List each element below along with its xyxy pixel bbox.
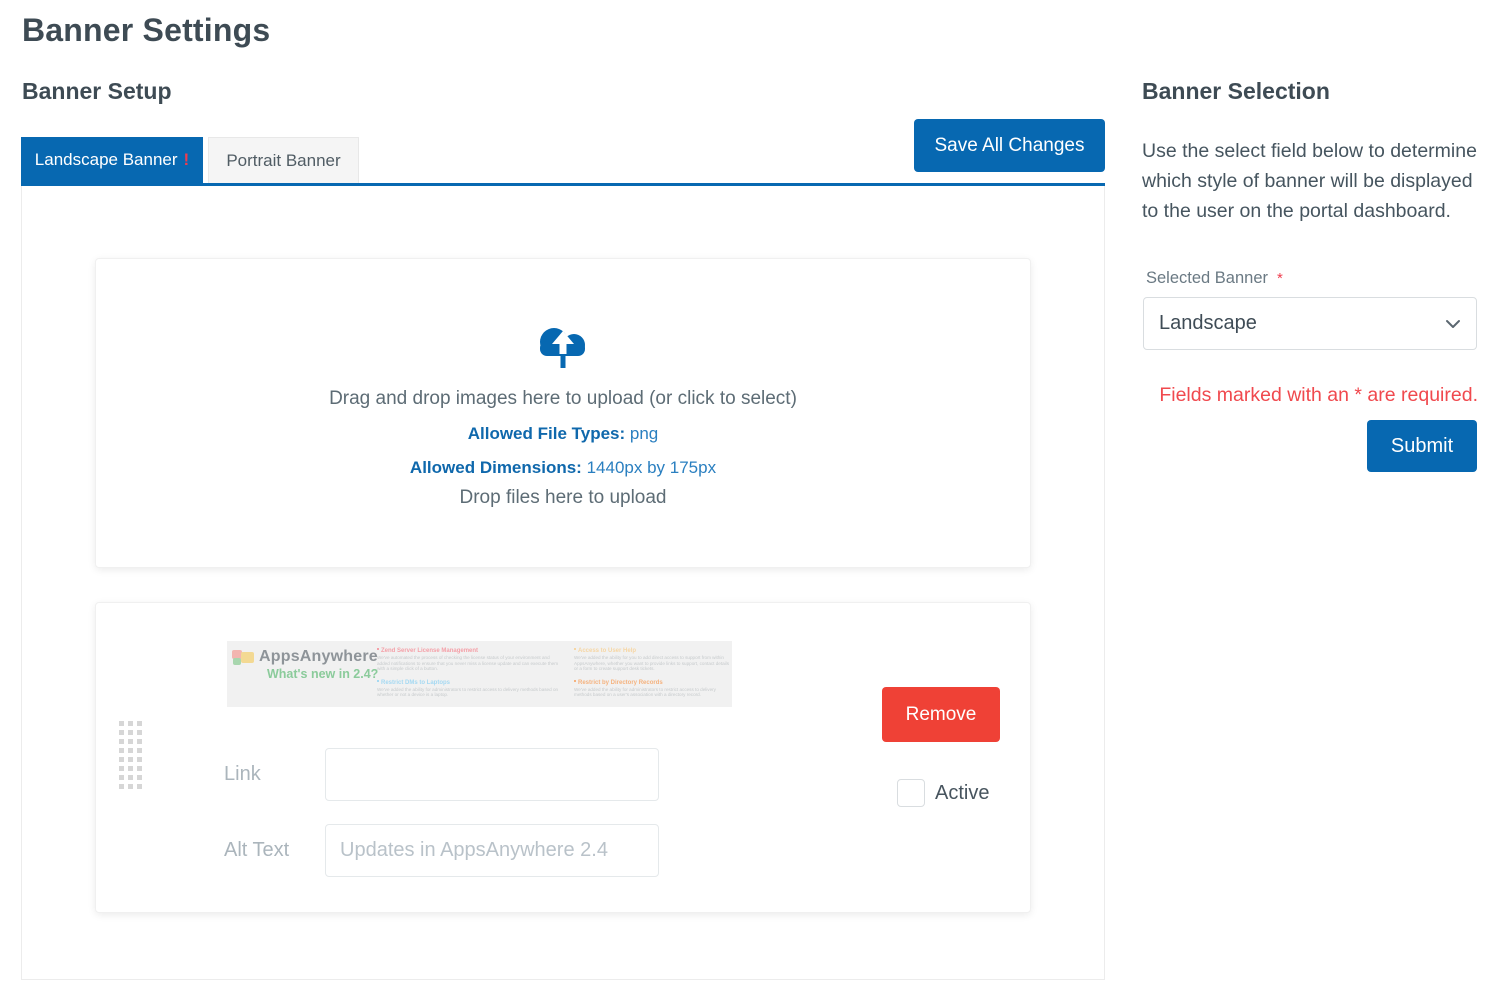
preview-subtitle: What's new in 2.4? — [267, 667, 378, 681]
tab-portrait-label: Portrait Banner — [226, 151, 340, 171]
upload-instruction: Drag and drop images here to upload (or … — [96, 388, 1030, 410]
allowed-file-types-value: png — [630, 424, 658, 443]
preview-column-left: Zend Server License Management We've aut… — [377, 647, 563, 705]
submit-button[interactable]: Submit — [1367, 420, 1477, 472]
preview-section: Restrict DMs to Laptops We've added the … — [377, 679, 563, 698]
page-title: Banner Settings — [22, 12, 270, 49]
cloud-upload-icon — [96, 319, 1030, 382]
remove-banner-button[interactable]: Remove — [882, 687, 1000, 742]
save-all-changes-button[interactable]: Save All Changes — [914, 119, 1105, 172]
link-input[interactable] — [325, 748, 659, 801]
tab-landscape-label: Landscape Banner — [35, 150, 178, 170]
banner-setup-heading: Banner Setup — [22, 78, 172, 105]
banner-selection-heading: Banner Selection — [1142, 78, 1330, 105]
tab-alert-mark: ! — [184, 150, 190, 170]
allowed-dimensions-value: 1440px by 175px — [587, 458, 717, 477]
allowed-file-types: Allowed File Types: png — [96, 424, 1030, 444]
drop-files-hint: Drop files here to upload — [96, 487, 1030, 509]
active-checkbox[interactable] — [897, 779, 925, 807]
required-asterisk: * — [1277, 270, 1283, 287]
selected-banner-label: Selected Banner* — [1146, 269, 1283, 288]
preview-column-right: Access to User Help We've added the abil… — [574, 647, 732, 705]
tab-portrait-banner[interactable]: Portrait Banner — [208, 137, 359, 183]
banner-selection-description: Use the select field below to determine … — [1142, 136, 1482, 226]
required-fields-note: Fields marked with an * are required. — [1142, 384, 1478, 407]
link-label: Link — [224, 748, 261, 801]
preview-section: Zend Server License Management We've aut… — [377, 647, 563, 672]
banner-settings-page: Banner Settings Banner Setup Save All Ch… — [0, 0, 1503, 997]
selected-banner-value: Landscape — [1159, 312, 1257, 335]
banner-tabs: Landscape Banner ! Portrait Banner — [21, 137, 359, 183]
allowed-dimensions-label: Allowed Dimensions: — [410, 458, 582, 477]
banner-item-card: AppsAnywhere What's new in 2.4? Zend Ser… — [95, 602, 1031, 913]
allowed-dimensions: Allowed Dimensions: 1440px by 175px — [96, 458, 1030, 478]
active-label: Active — [935, 779, 989, 807]
banner-preview-image: AppsAnywhere What's new in 2.4? Zend Ser… — [227, 641, 732, 707]
allowed-file-types-label: Allowed File Types: — [468, 424, 625, 443]
alt-text-input[interactable] — [325, 824, 659, 877]
tab-landscape-banner[interactable]: Landscape Banner ! — [21, 137, 203, 183]
preview-section: Restrict by Directory Records We've adde… — [574, 679, 732, 698]
selected-banner-select[interactable]: Landscape — [1143, 297, 1477, 350]
upload-dropzone[interactable]: Drag and drop images here to upload (or … — [95, 258, 1031, 568]
preview-brand: AppsAnywhere — [259, 648, 378, 666]
preview-section: Access to User Help We've added the abil… — [574, 647, 732, 672]
appsanywhere-logo-icon — [232, 650, 256, 665]
drag-handle-icon[interactable] — [119, 721, 142, 789]
chevron-down-icon — [1445, 319, 1461, 329]
alt-text-label: Alt Text — [224, 824, 289, 877]
tab-content-panel: Drag and drop images here to upload (or … — [21, 186, 1105, 980]
